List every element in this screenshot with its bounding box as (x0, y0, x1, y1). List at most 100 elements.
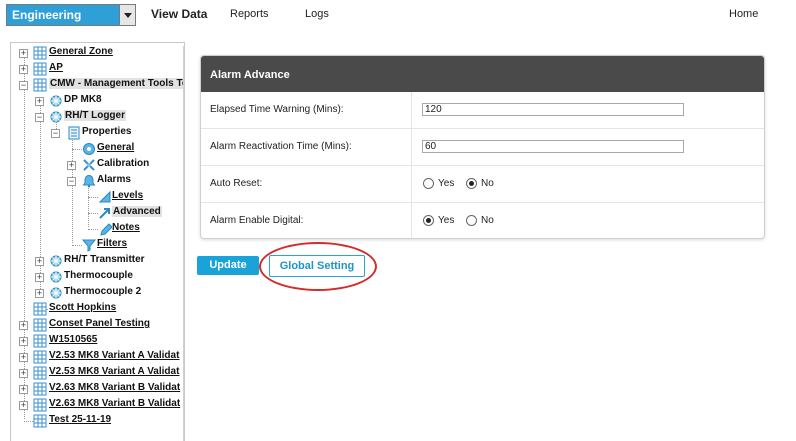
elapsed-time-input[interactable]: 120 (422, 103, 684, 116)
tree-item-label: DP MK8 (64, 94, 102, 105)
tree-item-label: W1510565 (49, 334, 98, 345)
tree-item-v253-a-2[interactable]: + V2.53 MK8 Variant A Validat (11, 365, 184, 381)
expand-icon[interactable]: + (67, 161, 76, 170)
nav-reports[interactable]: Reports (230, 8, 269, 20)
sensor-icon (50, 271, 62, 283)
auto-reset-yes-radio[interactable] (423, 178, 434, 189)
sensor-icon (50, 95, 62, 107)
expand-icon[interactable]: + (19, 49, 28, 58)
expand-icon[interactable]: + (19, 65, 28, 74)
elapsed-time-label: Elapsed Time Warning (Mins): (210, 104, 344, 115)
grid-icon (33, 350, 47, 364)
auto-reset-no-radio[interactable] (466, 178, 477, 189)
tree-item-alarms[interactable]: − Alarms (11, 173, 184, 189)
tree-item-properties[interactable]: − Properties (11, 125, 184, 141)
enable-digital-yes-radio[interactable] (423, 215, 434, 226)
tree-item-label: RH/T Transmitter (64, 254, 145, 265)
enable-digital-yes-label: Yes (438, 215, 455, 226)
tree-item-advanced[interactable]: Advanced (11, 205, 184, 221)
expand-icon[interactable]: + (19, 369, 28, 378)
nav-logs[interactable]: Logs (305, 8, 329, 20)
grid-icon (33, 366, 47, 380)
collapse-icon[interactable]: − (19, 81, 28, 90)
expand-icon[interactable]: + (19, 337, 28, 346)
grid-icon (33, 414, 47, 428)
grid-icon (33, 382, 47, 396)
enable-digital-no-radio[interactable] (466, 215, 477, 226)
expand-icon[interactable]: + (35, 273, 44, 282)
tree-item-notes[interactable]: Notes (11, 221, 184, 237)
highlight-ellipse (259, 242, 377, 291)
tree-item-rht-logger[interactable]: − RH/T Logger (11, 109, 184, 125)
tree-item-conset-panel[interactable]: + Conset Panel Testing (11, 317, 184, 333)
tree-item-label: General Zone (49, 46, 113, 57)
tree-item-rht-transmitter[interactable]: + RH/T Transmitter (11, 253, 184, 269)
expand-icon[interactable]: + (19, 321, 28, 330)
tree-item-v253-a-1[interactable]: + V2.53 MK8 Variant A Validat (11, 349, 184, 365)
auto-reset-row: Auto Reset: Yes No (201, 166, 764, 203)
expand-icon[interactable]: + (35, 257, 44, 266)
tree-item-v263-b-2[interactable]: + V2.63 MK8 Variant B Validat (11, 397, 184, 413)
advanced-icon (99, 208, 110, 219)
collapse-icon[interactable]: − (35, 113, 44, 122)
collapse-icon[interactable]: − (67, 177, 76, 186)
tree-item-test-25-11-19[interactable]: Test 25-11-19 (11, 413, 184, 429)
grid-icon (33, 62, 47, 76)
tree-item-label: Conset Panel Testing (49, 318, 150, 329)
update-button[interactable]: Update (197, 256, 259, 275)
enable-digital-row: Alarm Enable Digital: Yes No (201, 203, 764, 238)
tree-item-ap[interactable]: + AP (11, 61, 184, 77)
tree-item-v263-b-1[interactable]: + V2.63 MK8 Variant B Validat (11, 381, 184, 397)
tree-item-thermocouple[interactable]: + Thermocouple (11, 269, 184, 285)
expand-icon[interactable]: + (19, 401, 28, 410)
tree-item-w1510565[interactable]: + W1510565 (11, 333, 184, 349)
tree-item-dp-mk8[interactable]: + DP MK8 (11, 93, 184, 109)
tree-item-label: Scott Hopkins (49, 302, 117, 313)
grid-icon (33, 302, 47, 316)
grid-icon (33, 318, 47, 332)
grid-icon (33, 334, 47, 348)
tree-item-filters[interactable]: Filters (11, 237, 184, 253)
reactivation-time-row: Alarm Reactivation Time (Mins): 60 (201, 129, 764, 166)
expand-icon[interactable]: + (35, 289, 44, 298)
tree-item-label: Test 25-11-19 (49, 414, 112, 425)
tree-item-thermocouple-2[interactable]: + Thermocouple 2 (11, 285, 184, 301)
tree-item-general[interactable]: General (11, 141, 184, 157)
reactivation-time-label: Alarm Reactivation Time (Mins): (210, 141, 352, 152)
enable-digital-label: Alarm Enable Digital: (210, 215, 304, 226)
sensor-icon (50, 287, 62, 299)
tree-item-calibration[interactable]: + Calibration (11, 157, 184, 173)
tree-item-label: RH/T Logger (64, 110, 126, 121)
tree-item-label: CMW - Management Tools Te (49, 78, 184, 89)
properties-icon (68, 126, 80, 140)
nav-view-data[interactable]: View Data (151, 7, 207, 21)
auto-reset-no-label: No (481, 178, 494, 189)
reactivation-time-input[interactable]: 60 (422, 140, 684, 153)
enable-digital-no-label: No (481, 215, 494, 226)
filter-icon (82, 239, 96, 252)
sensor-icon (50, 255, 62, 267)
tree-item-label: General (97, 142, 135, 153)
expand-icon[interactable]: + (19, 353, 28, 362)
nav-home[interactable]: Home (729, 8, 758, 20)
chevron-down-icon[interactable] (119, 5, 135, 25)
tree-item-general-zone[interactable]: + General Zone (11, 45, 184, 61)
tree-item-label: Alarms (97, 174, 131, 185)
tree-item-label: Levels (112, 190, 144, 201)
collapse-icon[interactable]: − (51, 129, 60, 138)
department-select[interactable]: Engineering (6, 4, 136, 26)
info-icon (83, 143, 95, 155)
grid-icon (33, 78, 47, 92)
tree-item-cmw[interactable]: − CMW - Management Tools Te (11, 77, 184, 93)
expand-icon[interactable]: + (19, 385, 28, 394)
bell-icon (82, 174, 96, 188)
tree-item-scott-hopkins[interactable]: Scott Hopkins (11, 301, 184, 317)
panel-divider[interactable] (183, 46, 184, 441)
tree-item-label: Calibration (97, 158, 150, 169)
panel-title: Alarm Advance (201, 56, 764, 92)
calibration-icon (83, 159, 95, 171)
site-tree: + General Zone + AP − CMW - Management T… (10, 42, 185, 441)
expand-icon[interactable]: + (35, 97, 44, 106)
elapsed-time-row: Elapsed Time Warning (Mins): 120 (201, 92, 764, 129)
tree-item-levels[interactable]: Levels (11, 189, 184, 205)
